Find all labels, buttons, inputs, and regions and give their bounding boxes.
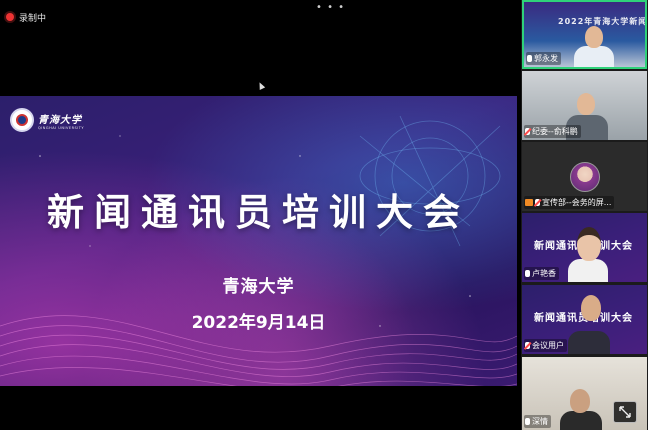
university-seal-icon [10,108,34,132]
participant-tile[interactable]: 纪委--俞科鹏 [522,71,647,140]
recording-indicator[interactable]: 录制中 [6,10,46,24]
microphone-icon [527,55,532,62]
microphone-icon [525,418,530,425]
participant-label: 深情 [524,415,551,428]
participant-tile[interactable]: 新闻通讯员培训大会 会议用户 [522,285,647,354]
expand-icon [619,406,631,418]
participant-name: 纪委--俞科鹏 [532,127,578,136]
logo-name-en: QINGHAI UNIVERSITY [38,125,85,130]
participant-tile[interactable]: 2022年青海大学新闻通讯员 郭永发 [522,0,647,69]
shared-screen-slide: 青海大学 QINGHAI UNIVERSITY 新闻通讯员培训大会 青海大学 2… [0,96,517,386]
screen-share-icon [525,199,533,206]
mouse-cursor-icon [256,81,266,90]
more-dots-icon[interactable]: • • • [316,3,345,13]
microphone-muted-icon [525,342,530,349]
participant-label: 卢艳香 [524,267,559,280]
participant-tile[interactable]: 宣传部--会务的屏... [522,142,647,211]
participant-label: 纪委--俞科鹏 [524,125,581,138]
participant-name: 郭永发 [534,54,558,63]
microphone-icon [525,270,530,277]
participant-name: 深情 [532,417,548,426]
participant-label: 宣传部--会务的屏... [524,196,615,209]
slide-organization: 青海大学 [222,277,295,297]
tile-background-text: 2022年青海大学新闻通讯员 [558,17,647,26]
microphone-muted-icon [535,199,540,206]
slide-date: 2022年9月14日 [191,313,326,333]
participants-panel: 2022年青海大学新闻通讯员 郭永发 纪委--俞科鹏 宣传部--会务的屏... … [521,0,648,430]
slide-decoration [0,115,517,386]
microphone-muted-icon [525,128,530,135]
logo-name-cn: 青海大学 [38,114,82,126]
slide-title: 新闻通讯员培训大会 [47,191,470,234]
recording-label: 录制中 [19,13,47,24]
participant-name: 宣传部--会务的屏... [542,198,612,207]
participant-name: 卢艳香 [532,269,556,278]
avatar [570,162,600,192]
participant-label: 会议用户 [524,339,567,352]
university-logo: 青海大学 QINGHAI UNIVERSITY [10,108,84,132]
participant-name: 会议用户 [532,341,564,350]
expand-button[interactable] [613,401,637,423]
participant-tile[interactable]: 新闻通讯员培训大会 卢艳香 [522,213,647,282]
recording-dot-icon [6,13,14,21]
participant-label: 郭永发 [526,52,561,65]
